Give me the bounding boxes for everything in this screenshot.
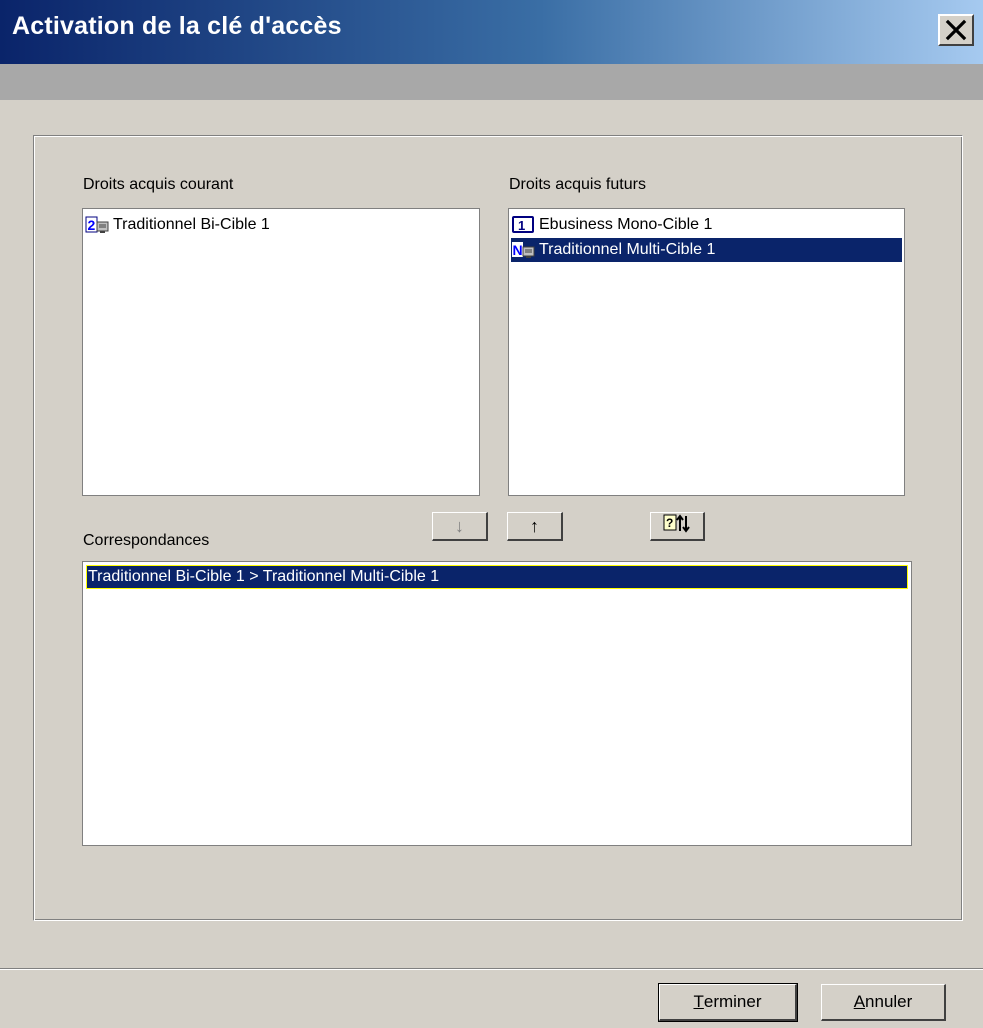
- svg-text:?: ?: [666, 516, 673, 530]
- list-item-label: Ebusiness Mono-Cible 1: [539, 216, 713, 233]
- mappings-list[interactable]: Traditionnel Bi-Cible 1 > Traditionnel M…: [82, 561, 912, 846]
- cancel-button[interactable]: Annuler: [821, 984, 946, 1021]
- cancel-label: nnuler: [865, 992, 913, 1011]
- current-rights-list[interactable]: 2 Traditionnel Bi-Cible 1: [82, 208, 480, 496]
- multi-cible-n-icon: N: [511, 240, 537, 260]
- svg-text:N: N: [513, 242, 523, 258]
- svg-text:2: 2: [88, 217, 96, 233]
- list-item-selected[interactable]: N Traditionnel Multi-Cible 1: [511, 238, 902, 262]
- swap-help-icon: ?: [663, 513, 691, 540]
- move-down-button[interactable]: ↓: [432, 512, 488, 541]
- finish-label: erminer: [703, 992, 762, 1011]
- swap-button[interactable]: ?: [650, 512, 705, 541]
- bi-cible-2-icon: 2: [85, 215, 111, 235]
- future-rights-label: Droits acquis futurs: [509, 176, 646, 193]
- arrow-down-icon: ↓: [455, 515, 464, 536]
- move-up-button[interactable]: ↑: [507, 512, 563, 541]
- title-bar: Activation de la clé d'accès: [0, 0, 983, 64]
- future-rights-list[interactable]: 1 Ebusiness Mono-Cible 1 N Traditionnel …: [508, 208, 905, 496]
- list-item-label: Traditionnel Bi-Cible 1: [113, 216, 270, 233]
- finish-mnemonic: T: [693, 992, 704, 1011]
- svg-text:1: 1: [518, 218, 525, 233]
- list-item[interactable]: 2 Traditionnel Bi-Cible 1: [85, 213, 477, 237]
- close-icon: [945, 19, 967, 41]
- current-rights-label: Droits acquis courant: [83, 176, 234, 193]
- footer-separator: [0, 968, 983, 970]
- window-title: Activation de la clé d'accès: [12, 12, 342, 40]
- list-item-selected[interactable]: Traditionnel Bi-Cible 1 > Traditionnel M…: [86, 565, 908, 589]
- header-strip: [0, 64, 983, 100]
- close-button[interactable]: [938, 14, 974, 46]
- finish-button[interactable]: Terminer: [658, 983, 798, 1022]
- mono-cible-1-icon: 1: [511, 215, 537, 235]
- list-item-label: Traditionnel Multi-Cible 1: [539, 241, 716, 258]
- mappings-label: Correspondances: [83, 532, 210, 549]
- cancel-mnemonic: A: [853, 992, 866, 1011]
- list-item[interactable]: 1 Ebusiness Mono-Cible 1: [511, 213, 902, 237]
- arrow-up-icon: ↑: [530, 515, 539, 536]
- list-item-label: Traditionnel Bi-Cible 1 > Traditionnel M…: [88, 568, 440, 585]
